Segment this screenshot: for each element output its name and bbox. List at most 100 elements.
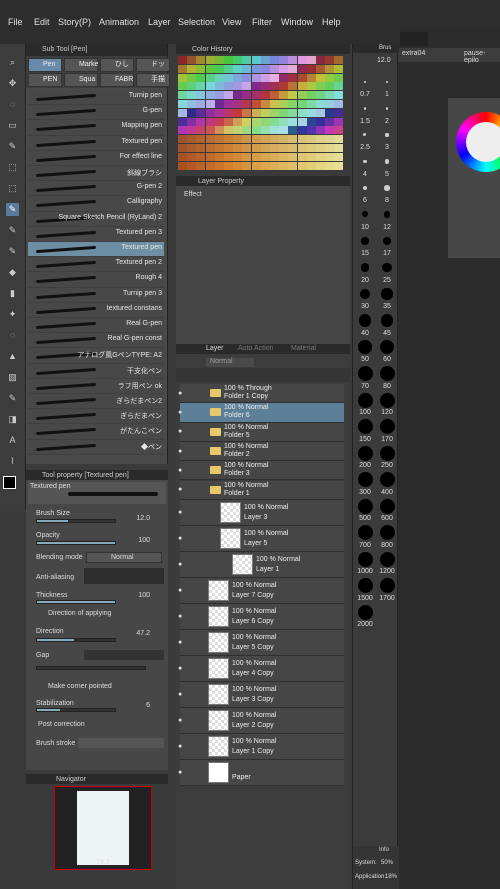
color-swatch[interactable] [205, 82, 215, 91]
color-swatch[interactable] [316, 73, 325, 82]
color-swatch[interactable] [279, 64, 289, 73]
color-swatch[interactable] [187, 117, 197, 126]
color-swatch[interactable] [270, 144, 279, 152]
color-swatch[interactable] [205, 64, 215, 73]
color-swatch[interactable] [233, 100, 243, 108]
color-swatch[interactable] [325, 73, 335, 82]
brush-size-option[interactable]: 3 [377, 127, 397, 153]
color-swatch[interactable] [196, 152, 206, 161]
visibility-icon[interactable]: ● [178, 613, 182, 620]
color-swatch[interactable] [214, 135, 224, 144]
brush-size-tab[interactable]: Brus [379, 45, 391, 51]
color-swatch[interactable] [325, 108, 335, 117]
color-swatch[interactable] [205, 91, 215, 100]
color-swatch[interactable] [196, 56, 206, 64]
color-swatch[interactable] [279, 144, 289, 152]
color-swatch[interactable] [288, 135, 298, 144]
color-swatch[interactable] [334, 126, 344, 135]
color-swatch[interactable] [316, 126, 325, 135]
tool-icon-11[interactable]: ▮ [6, 287, 19, 300]
layer-row[interactable]: ● 100 % Normal Layer 6 Copy [178, 603, 344, 630]
color-swatch[interactable] [233, 82, 243, 91]
color-swatch[interactable] [205, 144, 215, 152]
color-swatch[interactable] [251, 82, 261, 91]
color-swatch[interactable] [279, 117, 289, 126]
color-swatch[interactable] [224, 91, 233, 100]
color-swatch[interactable] [214, 56, 224, 64]
color-swatch[interactable] [270, 56, 279, 64]
color-swatch[interactable] [288, 161, 298, 170]
stabilization-value[interactable]: 6 [146, 702, 150, 709]
visibility-icon[interactable]: ● [178, 665, 182, 672]
color-swatch[interactable] [260, 135, 270, 144]
tool-icon-13[interactable]: ◌ [6, 329, 19, 342]
color-wheel-panel[interactable] [448, 98, 500, 258]
color-swatch[interactable] [233, 73, 243, 82]
color-swatch[interactable] [251, 100, 261, 108]
color-swatch[interactable] [270, 100, 279, 108]
brush-item[interactable]: がたんこペン [28, 424, 164, 440]
color-swatch[interactable] [196, 91, 206, 100]
layer-row[interactable]: ● 100 % Normal Layer 2 Copy [178, 707, 344, 734]
layer-row[interactable]: ● 100 % Normal Layer 1 [178, 551, 344, 578]
color-swatch[interactable] [306, 108, 316, 117]
color-swatch[interactable] [288, 126, 298, 135]
visibility-icon[interactable]: ● [178, 448, 182, 455]
layer-row[interactable]: ● 100 % Normal Layer 5 [178, 525, 344, 552]
brush-item[interactable]: ぎらだまペン2 [28, 394, 164, 410]
color-swatch[interactable] [205, 161, 215, 170]
menu-selection[interactable]: Selection [178, 17, 215, 27]
color-swatch[interactable] [297, 135, 307, 144]
color-swatch[interactable] [196, 135, 206, 144]
color-swatch[interactable] [178, 82, 187, 91]
main-color-swatch[interactable] [3, 476, 16, 489]
color-swatch[interactable] [233, 135, 243, 144]
visibility-icon[interactable]: ● [178, 486, 182, 493]
color-swatch[interactable] [306, 82, 316, 91]
color-swatch[interactable] [214, 108, 224, 117]
color-swatch[interactable] [270, 82, 279, 91]
color-swatch[interactable] [242, 108, 252, 117]
color-swatch[interactable] [270, 152, 279, 161]
brush-item[interactable]: 干支化ペン [28, 363, 164, 379]
brush-size-option[interactable]: 35 [377, 286, 397, 312]
tool-icon-5[interactable]: ⬚ [6, 161, 19, 174]
color-swatch[interactable] [297, 126, 307, 135]
brush-size-option[interactable]: 250 [377, 445, 397, 471]
color-swatch[interactable] [279, 161, 289, 170]
tool-icon-0[interactable]: ⌕ [6, 56, 19, 69]
color-swatch[interactable] [242, 144, 252, 152]
menu-layer[interactable]: Layer [148, 17, 171, 27]
color-swatch[interactable] [224, 117, 233, 126]
color-swatch[interactable] [260, 117, 270, 126]
color-swatch[interactable] [288, 152, 298, 161]
color-swatch[interactable] [224, 152, 233, 161]
color-swatch[interactable] [242, 82, 252, 91]
color-swatch[interactable] [242, 152, 252, 161]
color-swatch[interactable] [242, 135, 252, 144]
tool-icon-2[interactable]: ◌ [6, 98, 19, 111]
tool-icon-12[interactable]: ✦ [6, 308, 19, 321]
color-swatch[interactable] [297, 82, 307, 91]
color-swatch[interactable] [233, 126, 243, 135]
subtool-tab-6[interactable]: FABR [100, 73, 134, 87]
color-swatch[interactable] [316, 108, 325, 117]
color-swatch[interactable] [297, 117, 307, 126]
layer-folder[interactable]: ● 100 % Normal Folder 1 [178, 480, 344, 500]
brush-item[interactable]: ラフ用ペン ok [28, 378, 164, 394]
color-swatch[interactable] [334, 108, 344, 117]
color-swatch[interactable] [325, 82, 335, 91]
visibility-icon[interactable]: ● [178, 467, 182, 474]
color-swatch[interactable] [251, 161, 261, 170]
color-swatch[interactable] [297, 64, 307, 73]
tool-icon-19[interactable]: ⌇ [6, 455, 19, 468]
color-swatch[interactable] [316, 82, 325, 91]
color-swatch[interactable] [260, 73, 270, 82]
color-swatch[interactable] [325, 64, 335, 73]
color-swatch[interactable] [251, 126, 261, 135]
color-swatch[interactable] [251, 135, 261, 144]
layer-folder[interactable]: ● 100 % Normal Folder 2 [178, 441, 344, 462]
color-swatch[interactable] [214, 64, 224, 73]
color-swatch[interactable] [233, 56, 243, 64]
color-swatch[interactable] [242, 117, 252, 126]
